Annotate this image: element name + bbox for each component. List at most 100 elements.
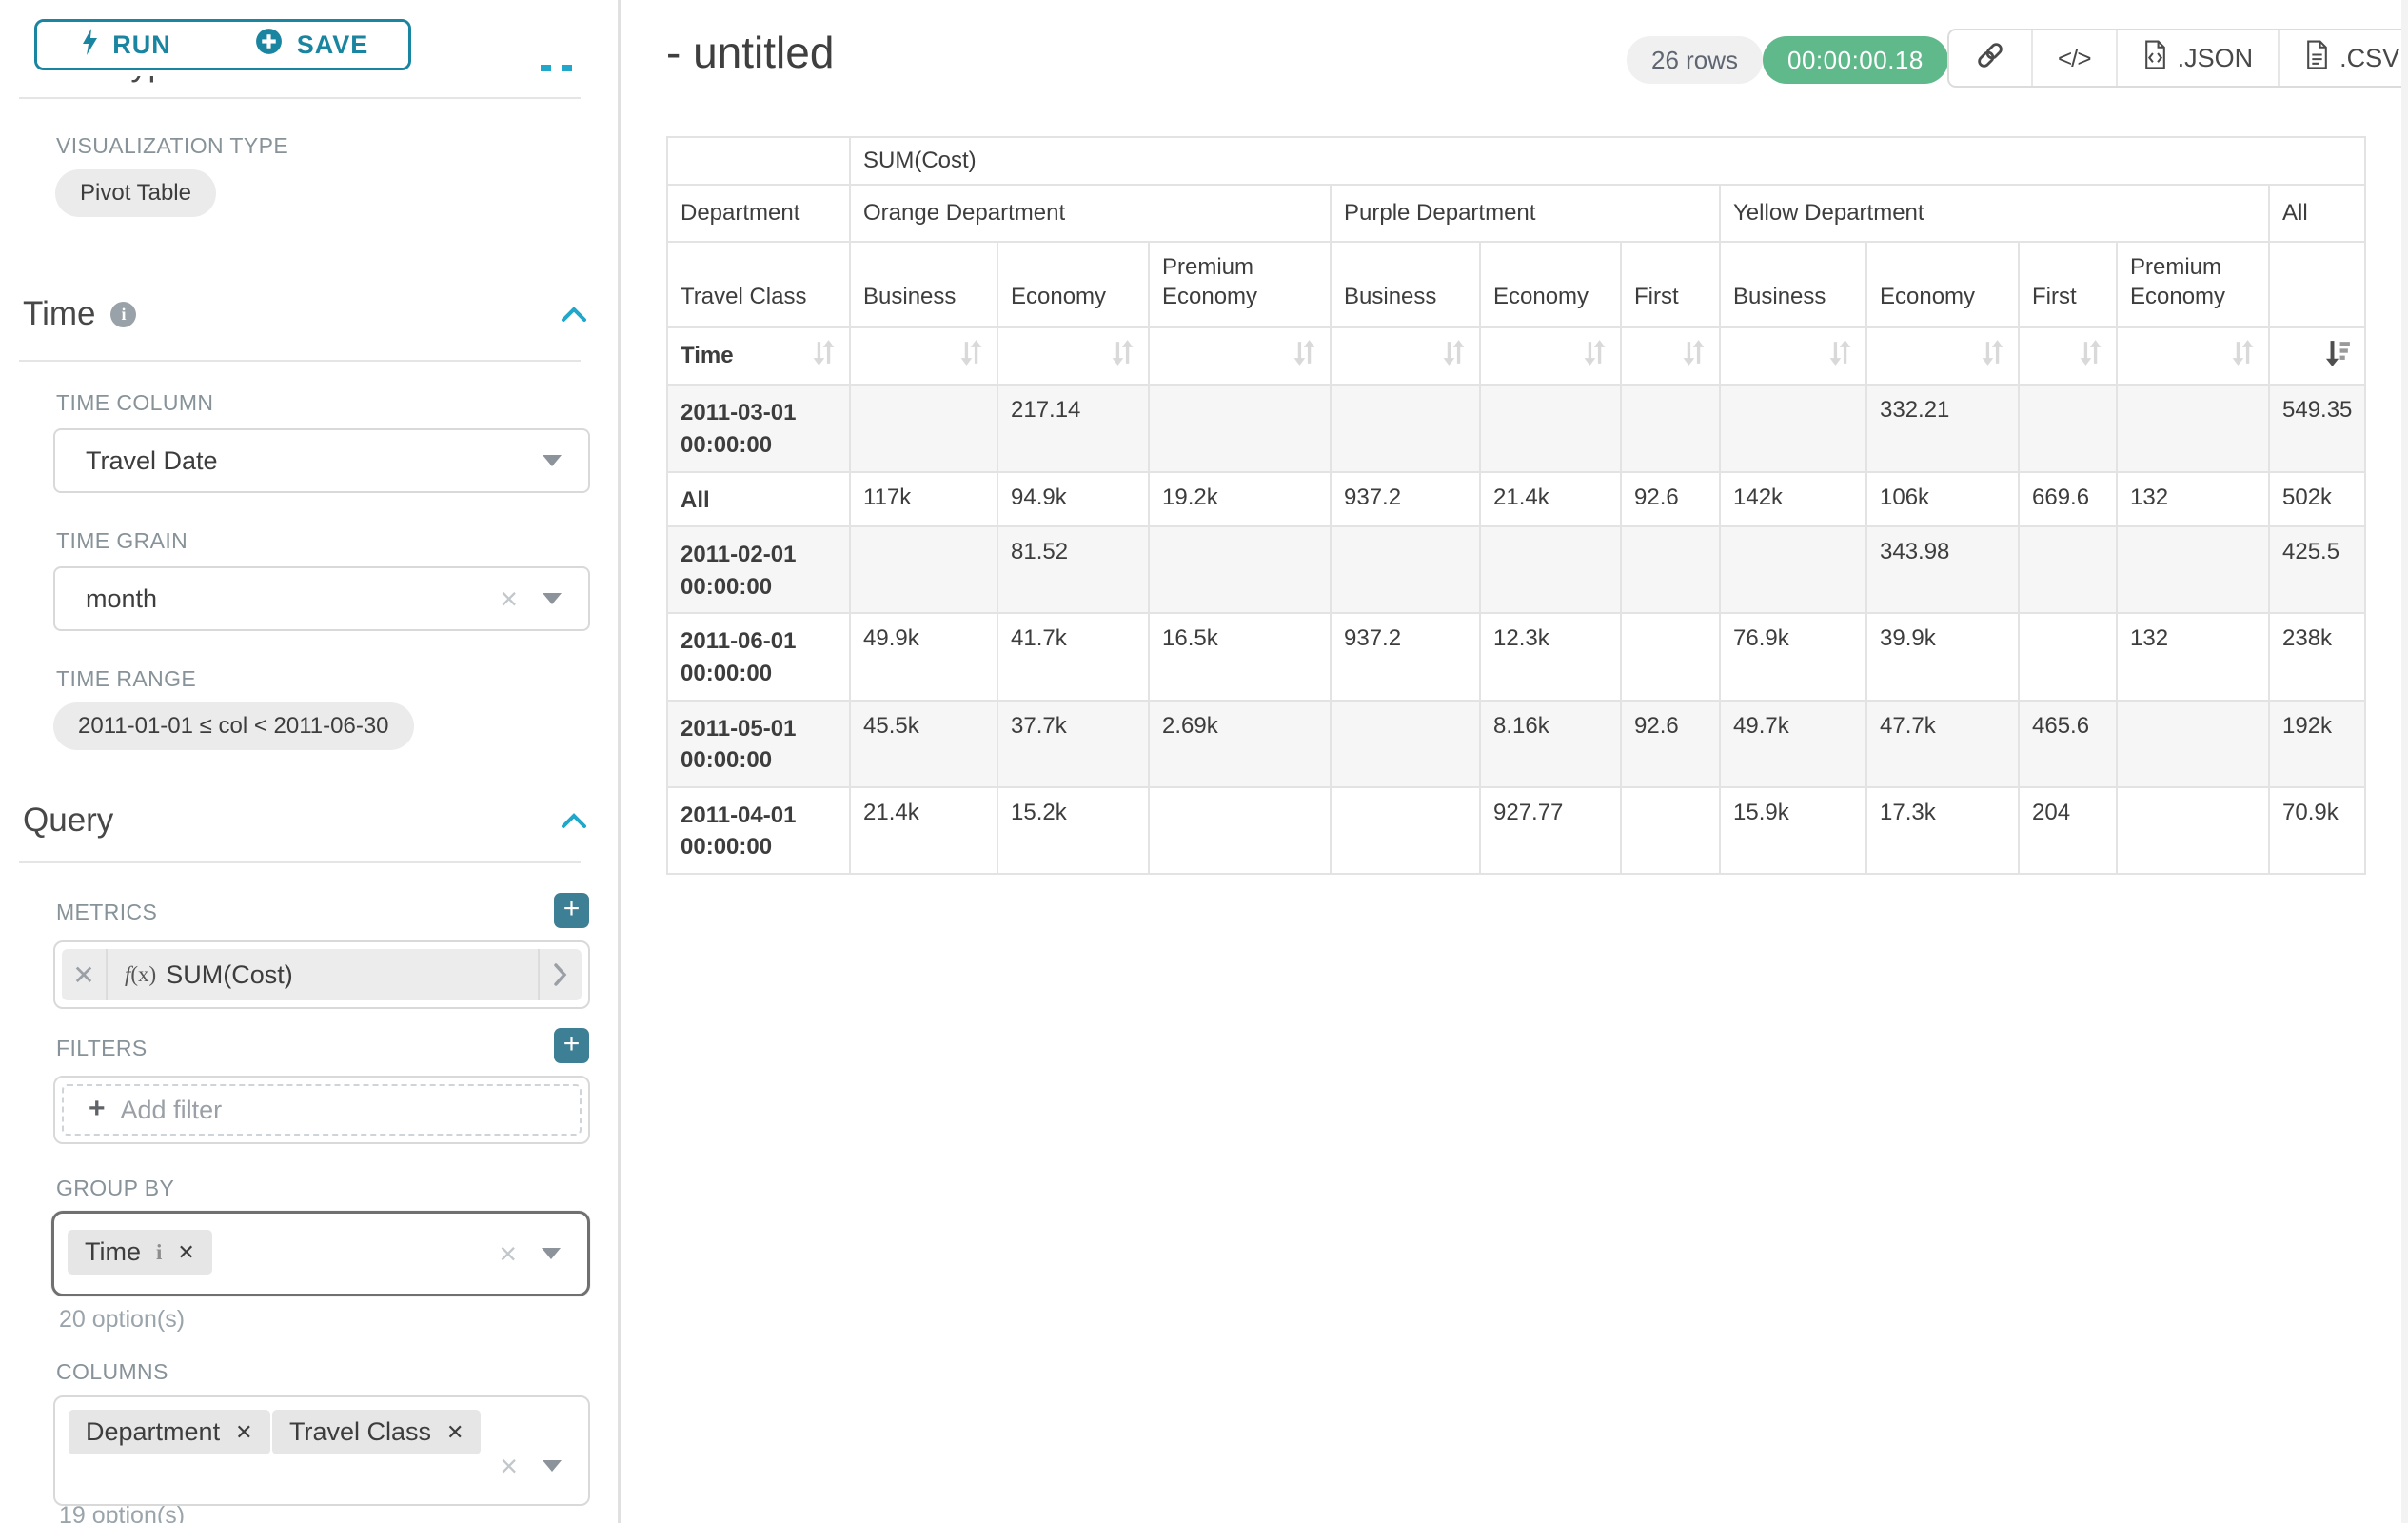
sort-icon[interactable]: [1827, 338, 1853, 374]
group-by-select[interactable]: Time i ✕ ×: [51, 1211, 590, 1296]
pivot-cell: 81.52: [997, 526, 1149, 613]
chart-title[interactable]: - untitled: [666, 27, 834, 78]
pivot-sort-row: Time: [667, 327, 2365, 385]
chevron-up-icon[interactable]: [560, 811, 588, 835]
visualization-type-value[interactable]: Pivot Table: [55, 169, 216, 217]
pivot-cell: [1331, 701, 1480, 787]
column-tag[interactable]: Travel Class ✕: [272, 1410, 481, 1454]
pivot-column-group-header: All: [2269, 185, 2365, 242]
pivot-column-header: Premium Economy: [1149, 242, 1331, 327]
pivot-row-label: 2011-02-01 00:00:00: [667, 526, 850, 613]
scrollbar-track[interactable]: [2401, 0, 2408, 1523]
sort-icon[interactable]: [1292, 338, 1317, 374]
time-grain-select[interactable]: month ×: [53, 566, 590, 631]
view-query-button[interactable]: </>: [2033, 30, 2118, 86]
pivot-cell: 192k: [2269, 701, 2365, 787]
sort-icon[interactable]: [1441, 338, 1467, 374]
pivot-cell: 217.14: [997, 385, 1149, 471]
pivot-cell: 15.9k: [1720, 787, 1866, 874]
caret-down-icon: [543, 1460, 562, 1472]
pivot-row-label: All: [667, 472, 850, 527]
pivot-header-row: Travel ClassBusinessEconomyPremium Econo…: [667, 242, 2365, 327]
pivot-cell: [1621, 787, 1720, 874]
pivot-column-header: First: [1621, 242, 1720, 327]
time-column-label: TIME COLUMN: [56, 390, 213, 416]
save-button[interactable]: SAVE: [214, 22, 408, 68]
function-icon: f(x): [125, 962, 156, 987]
pivot-column-header: Premium Economy: [2117, 242, 2269, 327]
column-tag[interactable]: Department ✕: [69, 1410, 270, 1454]
pivot-cell: [2019, 526, 2117, 613]
chevron-up-icon[interactable]: [560, 305, 588, 328]
pivot-column-group-header: Purple Department: [1331, 185, 1720, 242]
pivot-cell: [2019, 385, 2117, 471]
remove-metric-icon[interactable]: ✕: [62, 949, 108, 1000]
sort-icon[interactable]: [1582, 338, 1608, 374]
remove-tag-icon[interactable]: ✕: [177, 1240, 194, 1265]
pivot-cell: [1720, 526, 1866, 613]
clear-icon[interactable]: ×: [500, 1451, 518, 1481]
pivot-row-label: 2011-05-01 00:00:00: [667, 701, 850, 787]
pivot-cell: [1621, 613, 1720, 700]
info-icon[interactable]: i: [156, 1240, 162, 1265]
pivot-cell: 332.21: [1866, 385, 2019, 471]
pivot-column-header: [2269, 242, 2365, 327]
share-link-button[interactable]: [1949, 30, 2033, 86]
pivot-data-row: 2011-05-01 00:00:0045.5k37.7k2.69k8.16k9…: [667, 701, 2365, 787]
section-divider: [19, 360, 581, 362]
pivot-cell: 37.7k: [997, 701, 1149, 787]
sort-icon[interactable]: [1681, 338, 1707, 374]
run-button[interactable]: RUN: [37, 22, 214, 68]
sort-desc-icon[interactable]: [2324, 338, 2352, 374]
pivot-cell: 132: [2117, 472, 2269, 527]
visualization-type-label: VISUALIZATION TYPE: [56, 133, 288, 159]
sort-icon[interactable]: [2078, 338, 2103, 374]
sort-icon[interactable]: [1110, 338, 1135, 374]
columns-label: COLUMNS: [56, 1359, 168, 1385]
remove-tag-icon[interactable]: ✕: [446, 1420, 464, 1445]
sort-icon[interactable]: [958, 338, 984, 374]
pivot-cell: 425.5: [2269, 526, 2365, 613]
add-metric-button[interactable]: [554, 893, 589, 928]
remove-tag-icon[interactable]: ✕: [235, 1420, 252, 1445]
pivot-metric-header: SUM(Cost): [850, 137, 2365, 185]
pivot-sort-cell: [1621, 327, 1720, 385]
metric-chip[interactable]: ✕ f(x) SUM(Cost): [62, 949, 582, 1000]
time-column-select[interactable]: Travel Date: [53, 428, 590, 493]
clear-icon[interactable]: ×: [499, 1238, 517, 1269]
time-range-value[interactable]: 2011-01-01 ≤ col < 2011-06-30: [53, 702, 414, 750]
columns-select[interactable]: Department ✕ Travel Class ✕ ×: [53, 1395, 590, 1506]
file-text-icon: [2304, 40, 2330, 76]
chevron-right-icon[interactable]: [538, 949, 582, 1000]
pivot-cell: [2117, 526, 2269, 613]
caret-down-icon: [542, 1248, 561, 1259]
pivot-cell: [1149, 787, 1331, 874]
sort-icon[interactable]: [1980, 338, 2005, 374]
info-icon[interactable]: i: [110, 302, 136, 327]
group-by-option-count: 20 option(s): [59, 1306, 185, 1334]
pivot-cell: [1331, 526, 1480, 613]
pivot-corner-cell: [667, 137, 850, 185]
pivot-cell: 21.4k: [1480, 472, 1621, 527]
sort-icon[interactable]: [2230, 338, 2256, 374]
group-by-tag[interactable]: Time i ✕: [68, 1230, 212, 1275]
export-csv-button[interactable]: .CSV: [2280, 30, 2408, 86]
pivot-cell: [850, 526, 997, 613]
export-json-button[interactable]: .JSON: [2118, 30, 2280, 86]
add-filter-button[interactable]: + Add filter: [62, 1084, 582, 1136]
add-filter-plus-button[interactable]: [554, 1028, 589, 1063]
pivot-row-label: 2011-04-01 00:00:00: [667, 787, 850, 874]
clear-icon[interactable]: ×: [500, 583, 518, 614]
clipped-icon-fragment: [541, 65, 551, 71]
export-button-group: </> .JSON .CSV: [1947, 29, 2408, 88]
pivot-sort-cell: [1480, 327, 1621, 385]
time-section-heading: Time i: [23, 295, 136, 333]
pivot-cell: 94.9k: [997, 472, 1149, 527]
pivot-cell: 465.6: [2019, 701, 2117, 787]
sort-icon[interactable]: [811, 338, 837, 374]
pivot-column-group-header: Yellow Department: [1720, 185, 2269, 242]
pivot-cell: 238k: [2269, 613, 2365, 700]
pivot-sort-cell: [2117, 327, 2269, 385]
row-count-badge: 26 rows: [1627, 36, 1763, 84]
pivot-table-container: SUM(Cost)DepartmentOrange DepartmentPurp…: [666, 136, 2366, 875]
